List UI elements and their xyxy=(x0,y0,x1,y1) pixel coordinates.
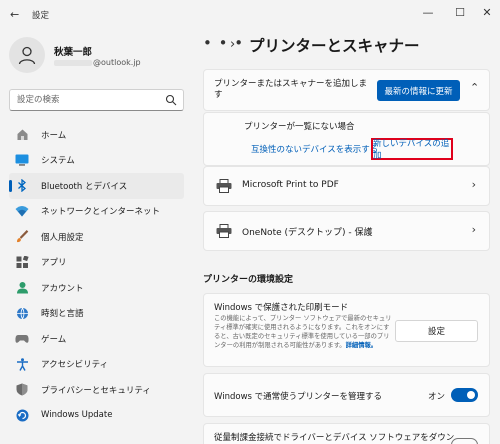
protected-print-mode-description: この機能によって、プリンター ソフトウェアで最新のセキュリティ標準が確実に使用さ… xyxy=(214,314,392,350)
update-icon xyxy=(15,408,29,422)
printer-icon xyxy=(216,179,232,193)
app-title: 設定 xyxy=(32,11,50,21)
show-legacy-devices-link[interactable]: 互換性のないデバイスを表示する xyxy=(251,143,378,155)
gamepad-icon xyxy=(15,332,29,346)
sidebar-item-label: アカウント xyxy=(41,283,84,294)
person-icon xyxy=(18,46,36,65)
add-new-device-link[interactable]: 新しいデバイスの追加 xyxy=(371,138,453,161)
manage-default-printer-toggle[interactable] xyxy=(451,388,478,402)
sidebar-item-label: アクセシビリティ xyxy=(41,360,109,371)
manage-default-printer-card: Windows で通常使うプリンターを管理する オン xyxy=(203,373,490,417)
sidebar-item-label: アプリ xyxy=(41,258,67,269)
sidebar-item-label: 時刻と言語 xyxy=(41,309,84,320)
add-device-details: プリンターが一覧にない場合 互換性のないデバイスを表示する 新しいデバイスの追加 xyxy=(203,112,490,166)
brush-icon xyxy=(15,230,29,244)
chevron-up-icon[interactable]: ⌃ xyxy=(470,81,479,94)
sidebar-item-label: Bluetooth とデバイス xyxy=(41,181,128,192)
sidebar-item-label: プライバシーとセキュリティ xyxy=(41,385,151,396)
search-icon[interactable] xyxy=(165,94,177,106)
protected-print-mode-card: Windows で保護された印刷モード この機能によって、プリンター ソフトウェ… xyxy=(203,293,490,367)
sidebar-item-gaming[interactable]: ゲーム xyxy=(9,326,184,352)
sidebar-item-label: システム xyxy=(41,156,75,167)
home-icon xyxy=(15,128,29,142)
sidebar-item-time-language[interactable]: 時刻と言語 xyxy=(9,301,184,327)
system-icon xyxy=(15,153,29,167)
printer-name: Microsoft Print to PDF xyxy=(242,180,339,190)
sidebar-item-home[interactable]: ホーム xyxy=(9,122,184,148)
add-device-card: プリンターまたはスキャナーを追加します 最新の情報に更新 ⌃ xyxy=(203,69,490,111)
metered-download-toggle[interactable] xyxy=(451,438,478,444)
metered-download-card: 従量制課金接続でドライバーとデバイス ソフトウェアをダウン xyxy=(203,423,490,444)
settings-button[interactable]: 設定 xyxy=(395,320,478,342)
breadcrumb-overflow[interactable]: • • • xyxy=(203,34,244,52)
chevron-right-icon: › xyxy=(471,178,476,191)
account-icon xyxy=(15,281,29,295)
sidebar-item-system[interactable]: システム xyxy=(9,148,184,174)
printer-icon xyxy=(216,224,232,238)
section-heading: プリンターの環境設定 xyxy=(203,275,294,285)
not-listed-label: プリンターが一覧にない場合 xyxy=(244,122,355,132)
apps-icon xyxy=(15,255,29,269)
sidebar-item-accessibility[interactable]: アクセシビリティ xyxy=(9,352,184,378)
sidebar-item-label: ホーム xyxy=(41,130,67,141)
sidebar-item-privacy[interactable]: プライバシーとセキュリティ xyxy=(9,377,184,403)
page-title: プリンターとスキャナー xyxy=(249,37,420,55)
back-arrow-icon[interactable]: ← xyxy=(10,8,19,21)
avatar[interactable] xyxy=(9,37,45,73)
printer-row[interactable]: OneNote (デスクトップ) - 保護 › xyxy=(203,211,490,251)
search-box[interactable] xyxy=(9,89,184,111)
accessibility-icon xyxy=(15,357,29,371)
minimize-icon[interactable]: — xyxy=(420,6,436,19)
toggle-state-label: オン xyxy=(428,392,446,402)
close-icon[interactable]: ✕ xyxy=(479,6,495,19)
learn-more-link[interactable]: 詳細情報。 xyxy=(346,342,377,349)
bluetooth-icon xyxy=(15,179,29,193)
sidebar-item-personalization[interactable]: 個人用設定 xyxy=(9,224,184,250)
add-device-label: プリンターまたはスキャナーを追加します xyxy=(214,79,368,100)
toggle-knob xyxy=(467,391,475,399)
sidebar-item-label: Windows Update xyxy=(41,410,113,421)
email-domain: @outlook.jp xyxy=(93,58,141,67)
title-bar: ← 設定 — ☐ ✕ xyxy=(0,0,500,30)
sidebar-item-network[interactable]: ネットワークとインターネット xyxy=(9,199,184,225)
email-redaction xyxy=(54,59,92,66)
sidebar-item-apps[interactable]: アプリ xyxy=(9,250,184,276)
sidebar-item-bluetooth[interactable]: Bluetooth とデバイス xyxy=(9,173,184,199)
maximize-icon[interactable]: ☐ xyxy=(452,6,468,19)
printer-name: OneNote (デスクトップ) - 保護 xyxy=(242,228,373,238)
sidebar-item-windows-update[interactable]: Windows Update xyxy=(9,403,184,429)
sidebar-item-label: ネットワークとインターネット xyxy=(41,207,161,218)
sidebar-nav: ホーム システム Bluetooth とデバイス ネットワークとインターネット … xyxy=(9,122,184,428)
sidebar-item-label: ゲーム xyxy=(41,334,67,345)
search-input[interactable] xyxy=(10,90,160,110)
shield-icon xyxy=(15,383,29,397)
chevron-right-icon: › xyxy=(471,223,476,236)
manage-default-printer-label: Windows で通常使うプリンターを管理する xyxy=(214,392,382,402)
printer-row[interactable]: Microsoft Print to PDF › xyxy=(203,166,490,206)
profile-email: @outlook.jp xyxy=(54,58,141,67)
sidebar-item-accounts[interactable]: アカウント xyxy=(9,275,184,301)
breadcrumb-chevron-icon: › xyxy=(230,37,236,52)
refresh-button[interactable]: 最新の情報に更新 xyxy=(377,80,460,101)
time-language-icon xyxy=(15,306,29,320)
sidebar-item-label: 個人用設定 xyxy=(41,232,84,243)
wifi-icon xyxy=(15,204,29,218)
profile-name: 秋葉一郎 xyxy=(54,47,93,58)
metered-download-label: 従量制課金接続でドライバーとデバイス ソフトウェアをダウン xyxy=(214,433,455,443)
protected-print-mode-title: Windows で保護された印刷モード xyxy=(214,303,349,313)
